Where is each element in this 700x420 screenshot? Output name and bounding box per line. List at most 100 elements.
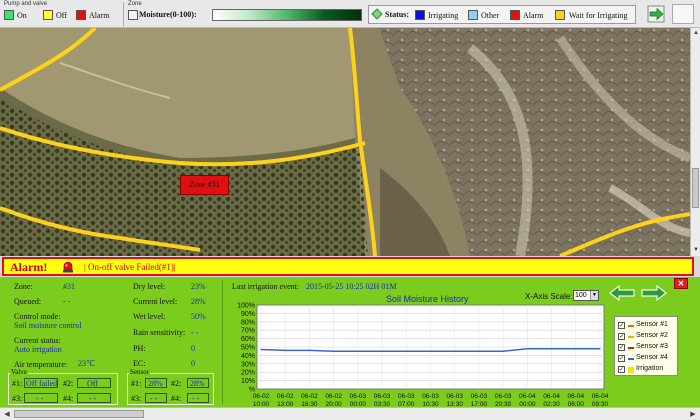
ph-label: PH:	[133, 344, 146, 353]
sensor-2-label: #2:	[171, 379, 182, 388]
close-icon: ✕	[677, 279, 685, 288]
x-tick-date: 06-03	[495, 393, 512, 400]
scroll-down-icon[interactable]: ▼	[692, 246, 700, 254]
y-tick-label: 50%	[241, 345, 255, 352]
valve-4-label: #4:	[63, 394, 74, 403]
go-forward-icon[interactable]	[647, 5, 665, 23]
x-tick-date: 06-02	[325, 393, 342, 400]
alarm-lamp-icon	[63, 261, 73, 273]
y-tick-label: 80%	[241, 319, 255, 326]
zone-tag[interactable]: Zone #31	[180, 175, 229, 195]
on-swatch	[4, 10, 14, 20]
legend-checkbox[interactable]: ✓	[618, 355, 625, 362]
x-tick-date: 06-04	[519, 393, 536, 400]
horizontal-scrollbar[interactable]: ◀ ▶	[0, 407, 700, 420]
panel-divider	[222, 280, 223, 404]
sensor-3-value: - -	[150, 394, 158, 403]
queued-value: - -	[63, 297, 71, 306]
xaxis-scale-value: 100	[575, 292, 587, 299]
scroll-left-icon[interactable]: ◀	[2, 410, 12, 419]
legend-checkbox[interactable]: ✓	[618, 366, 625, 373]
wait-swatch	[555, 10, 565, 20]
ph-value: 0	[191, 344, 195, 353]
close-button[interactable]: ✕	[674, 278, 688, 289]
sensor-2-value: 28%	[190, 379, 205, 388]
series-point	[575, 348, 577, 350]
x-tick-date: 06-04	[592, 393, 609, 400]
irrigating-swatch	[415, 10, 425, 20]
x-tick-date: 06-03	[374, 393, 391, 400]
status-label: Status:	[385, 10, 410, 19]
scroll-right-icon[interactable]: ▶	[688, 410, 698, 419]
chevron-down-icon[interactable]: ▼	[590, 291, 598, 300]
series-point	[429, 350, 432, 352]
alarm-legend-label: Alarm	[89, 11, 110, 20]
alarm-message: | On-off valve Failed(#1)|	[84, 262, 176, 272]
on-label: On	[17, 11, 27, 20]
wait-label: Wait for Irrigating	[569, 11, 628, 20]
alarm-swatch	[76, 10, 86, 20]
x-tick-date: 06-02	[277, 393, 294, 400]
y-tick-label: 30%	[241, 361, 255, 368]
current-status-value: Auto irrigation	[14, 345, 62, 354]
valve-3-value: - -	[36, 394, 44, 403]
rain-sensitivity-value: - -	[191, 328, 199, 337]
sensor-caption: Sensor	[129, 368, 151, 376]
ec-value: 0	[191, 359, 195, 368]
sensor-1-label: #1:	[131, 379, 142, 388]
ec-label: EC:	[133, 359, 146, 368]
legend-label: Sensor #3	[636, 343, 668, 350]
x-tick-date: 06-03	[398, 393, 415, 400]
window-corner	[672, 4, 694, 24]
dry-level-label: Dry level:	[133, 282, 166, 291]
zone-label: Zone:	[14, 282, 33, 291]
current-status-label: Current status:	[14, 336, 61, 345]
series-point	[284, 349, 286, 351]
y-tick-label: 70%	[241, 328, 255, 335]
y-tick-label: 10%	[241, 378, 255, 385]
chart-legend: ✓ Sensor #1 ✓ Sensor #2 ✓ Sensor #3 ✓ Sensor #4…	[614, 316, 678, 376]
xaxis-scale-label: X-Axis Scale:	[525, 292, 573, 301]
legend-label: Sensor #2	[636, 332, 668, 339]
irrigating-label: Irrigating	[428, 11, 459, 20]
legend-checkbox[interactable]: ✓	[618, 322, 625, 329]
legend-line	[628, 336, 634, 338]
control-mode-value: Soil moisture control	[14, 321, 82, 330]
valve-2-value: Off	[87, 379, 98, 388]
x-tick-date: 06-03	[446, 393, 463, 400]
scroll-up-icon[interactable]: ▲	[692, 29, 700, 37]
valve-caption: Valve	[10, 368, 28, 376]
status-alarm-swatch	[510, 10, 520, 20]
off-swatch	[43, 10, 53, 20]
current-level-value: 28%	[191, 297, 206, 306]
x-tick-date: 06-03	[350, 393, 367, 400]
valve-1-value: Off failed	[26, 379, 58, 388]
legend-checkbox[interactable]: ✓	[618, 344, 625, 351]
legend-checkbox[interactable]: ✓	[618, 333, 625, 340]
alarm-bar: Alarm! | On-off valve Failed(#1)|	[2, 257, 694, 276]
current-level-label: Current level:	[133, 297, 178, 306]
wet-level-value: 50%	[191, 312, 206, 321]
soil-moisture-chart: 100%90%80%70%60%50%40%30%20%10%%06-0210:…	[237, 303, 609, 409]
rain-sensitivity-label: Rain sensitivity:	[133, 328, 186, 337]
legend-line	[628, 325, 634, 327]
map-vertical-scrollbar[interactable]: ▲ ▼	[690, 28, 700, 256]
series-point	[381, 350, 383, 352]
series-point	[478, 350, 480, 352]
last-event-value: 2015-05-25 10:25 02H 01M	[306, 282, 397, 291]
horizontal-scroll-thumb[interactable]	[14, 410, 144, 418]
zone-caption: Zone	[128, 1, 142, 7]
zone-map[interactable]: Zone #31	[0, 28, 690, 256]
series-point	[599, 348, 601, 350]
legend-line	[628, 358, 634, 360]
map-scroll-thumb[interactable]	[692, 168, 699, 208]
series-point	[550, 348, 553, 350]
xaxis-scale-select[interactable]: 100 ▼	[573, 290, 599, 301]
y-tick-label: 20%	[241, 370, 255, 377]
arrow-right-icon[interactable]	[641, 285, 667, 301]
valve-2-label: #2:	[63, 379, 74, 388]
sensor-4-value: - -	[192, 394, 200, 403]
zone-swatch	[128, 10, 138, 20]
divider	[123, 2, 124, 26]
arrow-left-icon[interactable]	[609, 285, 635, 301]
